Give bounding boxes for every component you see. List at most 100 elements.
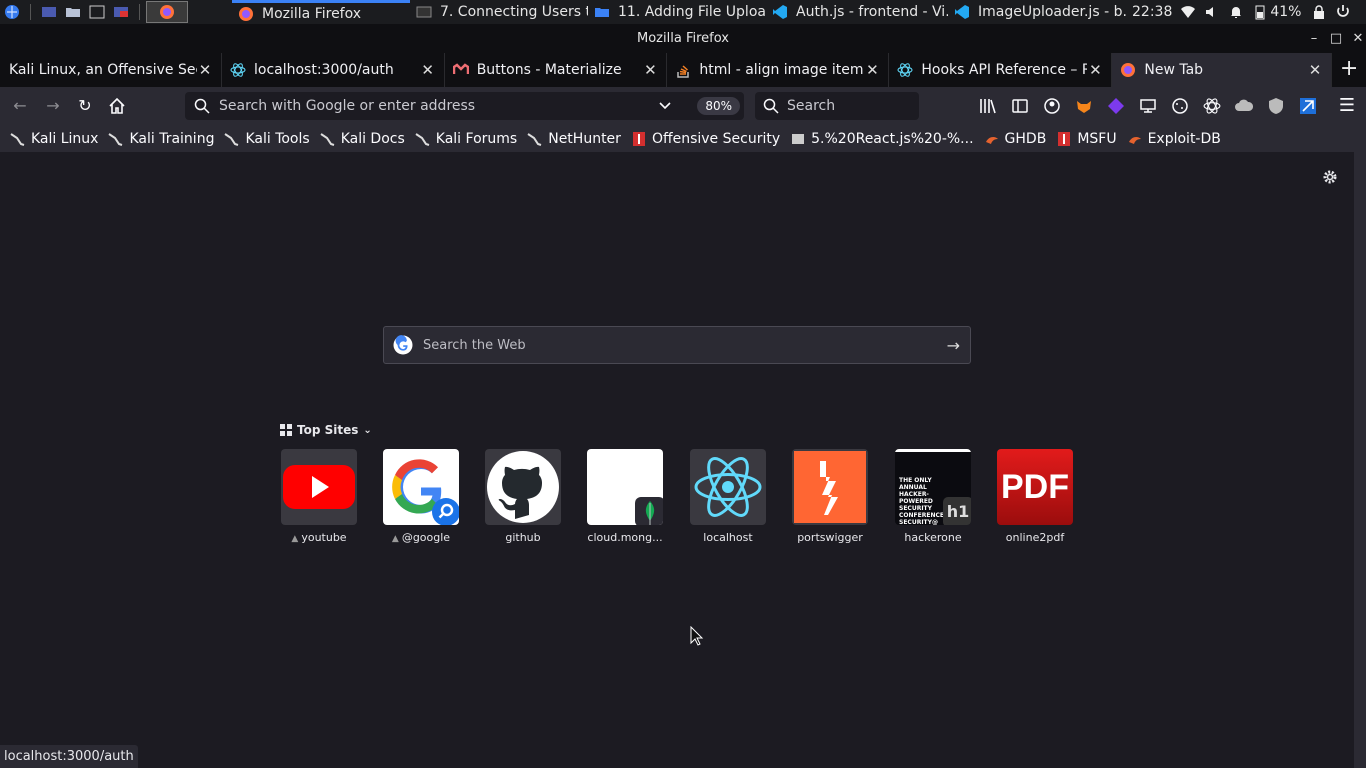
notifications-icon[interactable]	[1228, 4, 1244, 20]
top-site-google[interactable]: ▲ @google	[382, 449, 460, 544]
chevron-down-icon[interactable]	[658, 99, 672, 113]
new-tab-button[interactable]: +	[1332, 53, 1366, 87]
document-icon	[792, 133, 805, 144]
lock-screen-icon[interactable]	[1311, 4, 1327, 20]
zoom-reset-button[interactable]: 80%	[697, 97, 740, 115]
taskbar-item-vscode-uploader[interactable]: ImageUploader.js - b...	[948, 0, 1126, 24]
bookmark-kali-linux[interactable]: Kali Linux	[10, 131, 98, 147]
site-label: cloud.mong...	[587, 531, 663, 544]
taskbar-item-folder[interactable]: 11. Adding File Uploa...	[588, 0, 766, 24]
firefox-launcher[interactable]	[146, 1, 188, 23]
kali-dragon-icon	[224, 132, 239, 146]
panel-clock[interactable]: 22:38	[1132, 4, 1172, 20]
app-menu-button[interactable]: ☰	[1337, 96, 1357, 116]
chevron-down-icon: ⌄	[363, 424, 372, 436]
search-bar[interactable]	[755, 92, 919, 120]
bookmark-label: NetHunter	[548, 130, 621, 147]
bookmark-ghdb[interactable]: GHDB	[984, 131, 1046, 147]
web-search-box[interactable]: →	[383, 326, 971, 364]
page-scrollbar[interactable]	[1354, 152, 1366, 768]
home-icon[interactable]	[107, 96, 127, 116]
tab-materialize[interactable]: Buttons - Materialize ✕	[445, 53, 668, 87]
tab-close-icon[interactable]: ✕	[864, 61, 880, 79]
bookmark-nethunter[interactable]: NetHunter	[527, 131, 621, 147]
sidebar-icon[interactable]	[1011, 97, 1029, 115]
react-icon	[694, 457, 762, 517]
gear-icon[interactable]	[1322, 169, 1338, 185]
top-site-portswigger[interactable]: portswigger	[791, 449, 869, 544]
top-site-online2pdf[interactable]: PDF online2pdf	[996, 449, 1074, 544]
bookmark-exploit-db[interactable]: Exploit-DB	[1127, 131, 1221, 147]
tab-close-icon[interactable]: ✕	[420, 61, 436, 79]
reload-button[interactable]: ↻	[75, 96, 95, 116]
file-manager-icon[interactable]	[65, 4, 81, 20]
site-tile: THE ONLY ANNUAL HACKER-POWERED SECURITY …	[895, 449, 971, 525]
top-site-mongodb[interactable]: cloud.mong...	[586, 449, 664, 544]
extension-purple-icon[interactable]	[1107, 97, 1125, 115]
top-site-youtube[interactable]: ▲ youtube	[280, 449, 358, 544]
arrow-right-icon[interactable]: →	[947, 336, 960, 355]
account-icon[interactable]	[1043, 97, 1061, 115]
github-icon	[487, 451, 559, 523]
taskbar-item-firefox[interactable]: Mozilla Firefox	[232, 0, 410, 24]
panel-separator	[139, 4, 140, 20]
tab-kali-linux[interactable]: Kali Linux, an Offensive Securi ✕	[0, 53, 222, 87]
bookmark-offensive-security[interactable]: Offensive Security	[631, 131, 780, 147]
power-icon[interactable]	[1335, 4, 1351, 20]
tab-hooks-api[interactable]: Hooks API Reference – R ✕	[889, 53, 1113, 87]
minimize-button[interactable]: –	[1303, 24, 1325, 53]
react-icon	[897, 63, 913, 77]
bookmark-kali-forums[interactable]: Kali Forums	[415, 131, 517, 147]
react-devtools-icon[interactable]	[1203, 97, 1221, 115]
top-site-github[interactable]: github	[484, 449, 562, 544]
library-icon[interactable]	[979, 97, 997, 115]
vscode-icon	[955, 5, 969, 19]
terminal-icon[interactable]	[89, 4, 105, 20]
top-sites-header[interactable]: Top Sites ⌄	[280, 423, 372, 437]
kali-dragon-icon	[108, 132, 123, 146]
taskbar-item-vscode-auth[interactable]: Auth.js - frontend - Vi...	[766, 0, 948, 24]
ublock-icon[interactable]	[1267, 97, 1285, 115]
extension-cloud-icon[interactable]	[1235, 97, 1253, 115]
show-desktop-icon[interactable]	[41, 4, 57, 20]
extension-monitor-icon[interactable]	[1139, 97, 1157, 115]
extension-cookie-icon[interactable]	[1171, 97, 1189, 115]
stackoverflow-icon	[677, 65, 690, 78]
task-label: Auth.js - frontend - Vi...	[796, 4, 948, 20]
tab-localhost-auth[interactable]: localhost:3000/auth ✕	[222, 53, 445, 87]
taskbar-item-udemy[interactable]: 7. Connecting Users t...	[410, 0, 588, 24]
kali-menu-icon[interactable]	[4, 4, 20, 20]
forward-button[interactable]: →	[43, 96, 63, 116]
battery-icon[interactable]	[1252, 4, 1268, 20]
close-window-button[interactable]: ✕	[1347, 24, 1366, 53]
top-site-localhost[interactable]: localhost	[689, 449, 767, 544]
back-button[interactable]: ←	[10, 96, 30, 116]
search-input[interactable]	[787, 98, 907, 114]
bookmark-react-pdf[interactable]: 5.%20React.js%20-%...	[790, 131, 974, 147]
maximize-button[interactable]: □	[1325, 24, 1347, 53]
bookmark-kali-tools[interactable]: Kali Tools	[224, 131, 310, 147]
bookmark-kali-docs[interactable]: Kali Docs	[320, 131, 405, 147]
tab-new-tab[interactable]: New Tab ✕	[1112, 53, 1333, 87]
settings-app-icon[interactable]	[113, 4, 129, 20]
site-label: github	[505, 531, 541, 544]
volume-icon[interactable]	[1204, 4, 1220, 20]
extension-blue-icon[interactable]	[1299, 97, 1317, 115]
web-search-input[interactable]	[423, 337, 947, 353]
extension-fox-icon[interactable]	[1075, 97, 1093, 115]
url-input[interactable]	[219, 98, 658, 114]
site-tile	[281, 449, 357, 525]
task-label: 11. Adding File Uploa...	[618, 4, 766, 20]
tab-close-icon[interactable]: ✕	[642, 61, 658, 79]
top-site-hackerone[interactable]: THE ONLY ANNUAL HACKER-POWERED SECURITY …	[894, 449, 972, 544]
tab-close-icon[interactable]: ✕	[1307, 61, 1323, 79]
tab-close-icon[interactable]: ✕	[1087, 61, 1103, 79]
bookmark-kali-training[interactable]: Kali Training	[108, 131, 214, 147]
tab-close-icon[interactable]: ✕	[197, 61, 213, 79]
url-bar[interactable]: 80%	[185, 92, 744, 120]
tab-stackoverflow[interactable]: html - align image item i ✕	[667, 53, 890, 87]
bookmark-msfu[interactable]: MSFU	[1056, 131, 1117, 147]
window-titlebar[interactable]: Mozilla Firefox – □ ✕	[0, 24, 1366, 53]
task-label: 7. Connecting Users t...	[440, 4, 588, 20]
wifi-icon[interactable]	[1180, 4, 1196, 20]
